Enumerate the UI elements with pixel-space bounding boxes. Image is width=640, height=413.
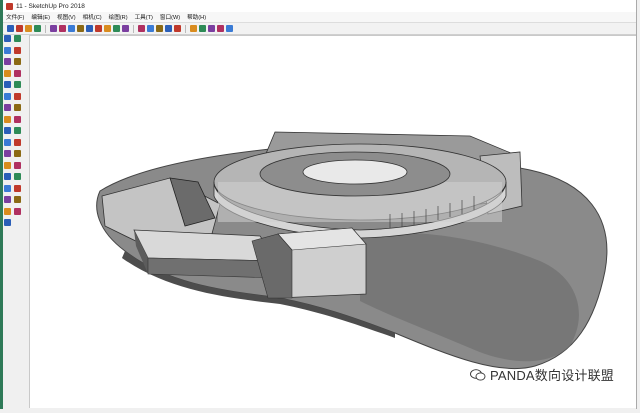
3d-text-icon[interactable] xyxy=(14,161,21,169)
layout-icon[interactable] xyxy=(226,25,233,32)
main-toolbar xyxy=(3,23,636,35)
follow-me-icon[interactable] xyxy=(14,115,21,123)
title-bar: 11 - SketchUp Pro 2018 xyxy=(3,0,636,12)
pie-icon[interactable] xyxy=(14,92,21,100)
menu-draw[interactable]: 绘图(R) xyxy=(109,13,128,21)
tape-measure-icon[interactable] xyxy=(104,25,111,32)
tool-palette xyxy=(4,35,26,235)
model-render xyxy=(96,131,608,370)
menu-help[interactable]: 帮助(H) xyxy=(187,13,206,21)
rotate-icon[interactable] xyxy=(4,115,11,123)
pan-icon[interactable] xyxy=(156,25,163,32)
polygon-icon[interactable] xyxy=(14,81,21,88)
menu-file[interactable]: 文件(F) xyxy=(6,13,24,21)
menu-window[interactable]: 窗口(W) xyxy=(160,13,180,21)
menu-tools[interactable]: 工具(T) xyxy=(135,13,153,21)
line-icon[interactable] xyxy=(4,58,11,65)
3d-text-icon[interactable] xyxy=(138,25,145,32)
rectangle-icon[interactable] xyxy=(4,69,11,77)
shape-icon[interactable] xyxy=(50,25,57,32)
arc-icon[interactable] xyxy=(34,25,41,32)
offset-icon[interactable] xyxy=(95,25,102,32)
watermark-text: PANDA数向设计联盟 xyxy=(489,368,614,383)
watermark: PANDA数向设计联盟 xyxy=(470,365,614,384)
section-plane-icon[interactable] xyxy=(4,219,11,226)
menu-edit[interactable]: 编辑(E) xyxy=(31,13,50,21)
zoom-extents-icon[interactable] xyxy=(174,25,181,32)
orbit-icon[interactable] xyxy=(147,25,154,32)
zoom-icon[interactable] xyxy=(165,25,172,32)
rotated-rectangle-icon[interactable] xyxy=(14,69,21,77)
axes-icon[interactable] xyxy=(4,161,11,169)
tape-icon[interactable] xyxy=(4,138,11,146)
component-icon[interactable] xyxy=(14,35,21,42)
menu-view[interactable]: 视图(V) xyxy=(57,13,76,21)
previous-view-icon[interactable] xyxy=(190,25,197,32)
extension-icon[interactable] xyxy=(217,25,224,32)
eraser-icon[interactable] xyxy=(14,46,21,54)
scale-icon[interactable] xyxy=(4,127,11,134)
menu-camera[interactable]: 相机(C) xyxy=(83,13,102,21)
toolbar-separator xyxy=(133,24,134,33)
menu-bar: 文件(F) 编辑(E) 视图(V) 相机(C) 绘图(R) 工具(T) 窗口(W… xyxy=(3,12,636,23)
freehand-icon[interactable] xyxy=(14,58,21,65)
warehouse-icon[interactable] xyxy=(208,25,215,32)
drum-courtyard xyxy=(302,159,408,185)
3d-viewport[interactable]: PANDA数向设计联盟 xyxy=(29,35,636,408)
select-icon[interactable] xyxy=(4,35,11,42)
pan-icon[interactable] xyxy=(14,173,21,180)
position-camera-icon[interactable] xyxy=(14,207,21,215)
scale-icon[interactable] xyxy=(86,25,93,32)
offset-icon[interactable] xyxy=(14,127,21,134)
push-pull-icon[interactable] xyxy=(59,25,66,32)
zoom-extents-icon[interactable] xyxy=(4,196,11,203)
move-icon[interactable] xyxy=(4,104,11,111)
push-pull-icon[interactable] xyxy=(14,104,21,111)
protractor-icon[interactable] xyxy=(4,150,11,157)
zoom-window-icon[interactable] xyxy=(14,184,21,192)
toolbar-separator xyxy=(185,24,186,33)
text-icon[interactable] xyxy=(14,150,21,157)
look-around-icon[interactable] xyxy=(4,207,11,215)
text-icon[interactable] xyxy=(113,25,120,32)
dimension-icon[interactable] xyxy=(14,138,21,146)
window-title: 11 - SketchUp Pro 2018 xyxy=(16,2,85,10)
toolbar-separator xyxy=(45,24,46,33)
walk-icon[interactable] xyxy=(14,196,21,203)
arc-icon[interactable] xyxy=(4,92,11,100)
paint-icon[interactable] xyxy=(4,46,11,54)
section-plane-icon[interactable] xyxy=(199,25,206,32)
move-icon[interactable] xyxy=(68,25,75,32)
wechat-icon xyxy=(470,368,486,381)
eraser-icon[interactable] xyxy=(16,25,23,32)
circle-icon[interactable] xyxy=(4,81,11,88)
select-icon[interactable] xyxy=(7,25,14,32)
axes-icon[interactable] xyxy=(122,25,129,32)
zoom-icon[interactable] xyxy=(4,184,11,192)
sketchup-app-icon xyxy=(6,2,13,10)
rotate-icon[interactable] xyxy=(77,25,84,32)
orbit-icon[interactable] xyxy=(4,173,11,180)
pencil-icon[interactable] xyxy=(25,25,32,32)
